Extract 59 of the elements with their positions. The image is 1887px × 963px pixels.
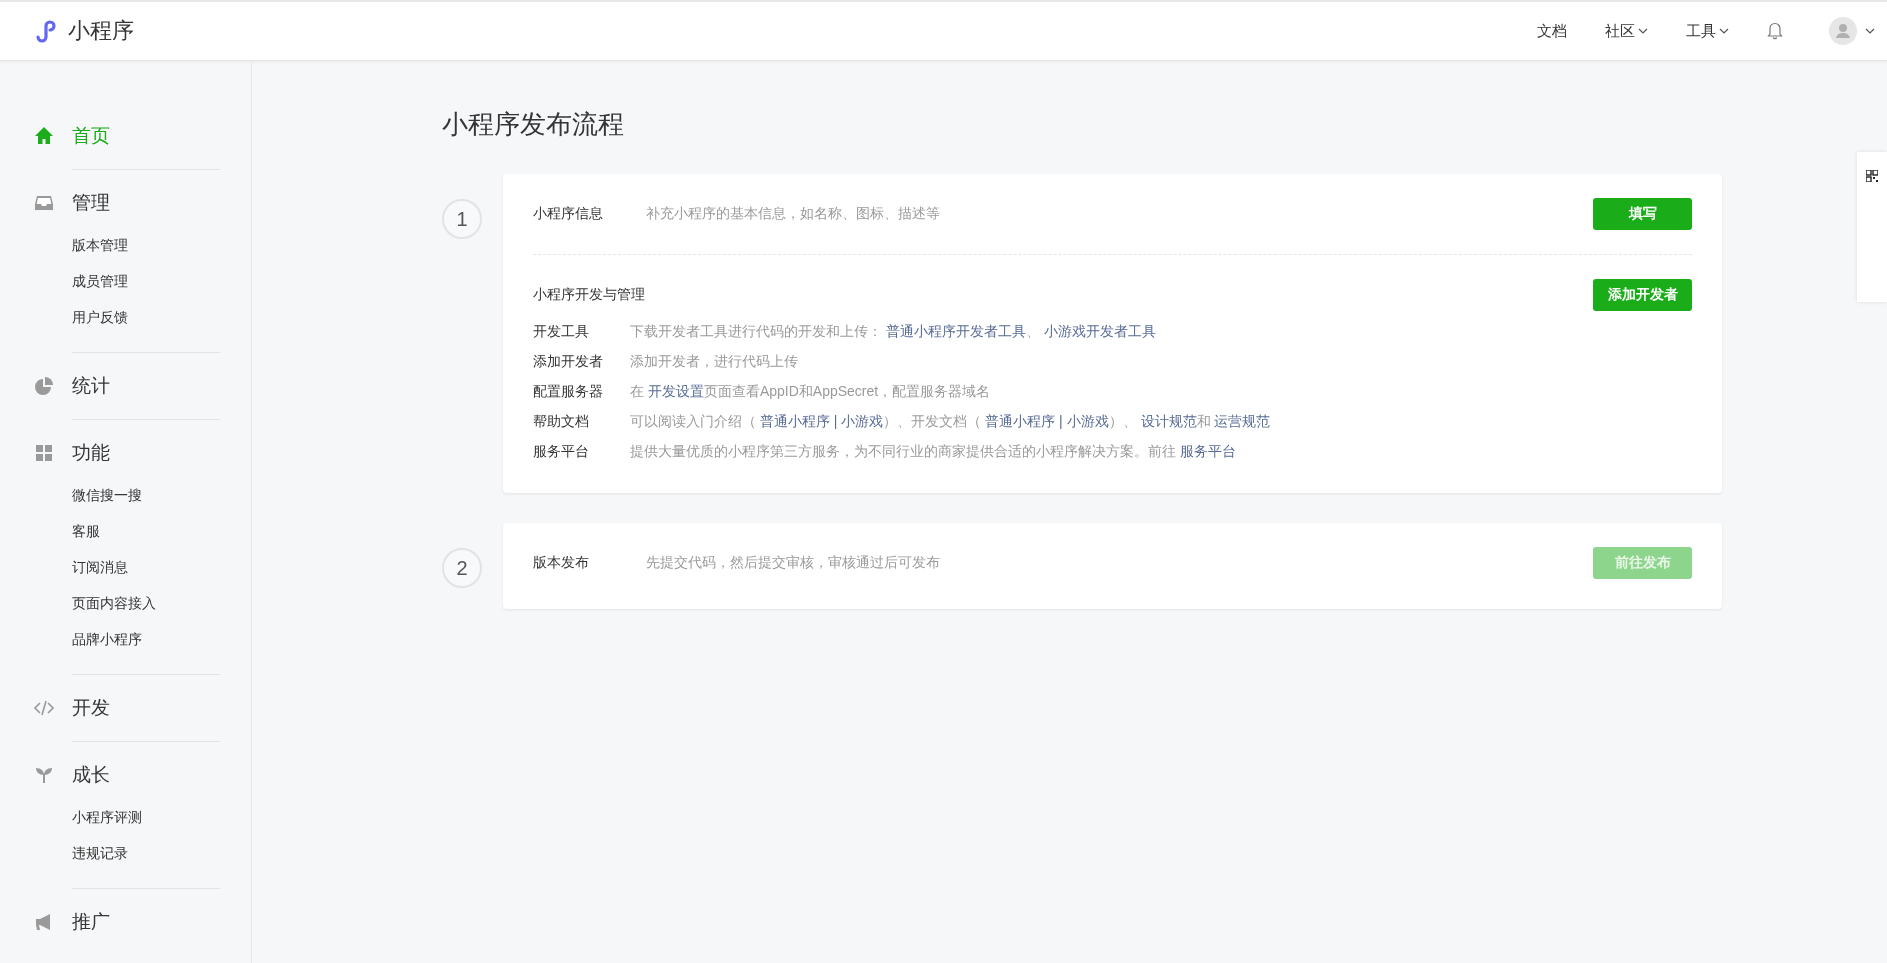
link[interactable]: 小游戏开发者工具 (1043, 323, 1156, 339)
chevron-icon (1719, 28, 1729, 34)
sidebar-item[interactable]: 成长 (34, 758, 251, 792)
row-description: 在 开发设置页面查看AppID和AppSecret，配置服务器域名 (630, 383, 991, 401)
sidebar-subitem[interactable]: 用户反馈 (72, 300, 251, 336)
nav-link[interactable]: 文档 (1537, 21, 1567, 41)
sidebar-subitem[interactable]: 微信搜一搜 (72, 478, 251, 514)
sidebar-subitem[interactable]: 订阅消息 (72, 550, 251, 586)
section-description: 补充小程序的基本信息，如名称、图标、描述等 (646, 205, 940, 223)
sidebar-subitem[interactable]: 成员管理 (72, 264, 251, 300)
row-label: 开发工具 (533, 323, 590, 341)
sidebar-subitem[interactable]: 品牌小程序 (72, 622, 251, 658)
row-label: 服务平台 (533, 443, 590, 461)
sidebar-item[interactable]: 推广 (34, 905, 251, 939)
bell-icon (1767, 22, 1783, 40)
chevron-icon (1865, 28, 1875, 34)
row-label: 添加开发者 (533, 353, 604, 371)
inbox-icon (34, 193, 54, 213)
grid-icon (34, 443, 54, 463)
sidebar-subitem[interactable]: 小程序评测 (72, 800, 251, 836)
row-description: 添加开发者，进行代码上传 (630, 353, 798, 371)
sidebar-subitem[interactable]: 违规记录 (72, 836, 251, 872)
step-number: 2 (442, 548, 482, 588)
link[interactable]: 普通小程序 | 小游戏 (759, 413, 884, 429)
pie-chart-icon (34, 376, 54, 396)
section-title: 小程序信息 (533, 205, 604, 223)
chevron-icon (1638, 28, 1648, 34)
step-number: 1 (442, 199, 482, 239)
row-description: 可以阅读入门介绍（ 普通小程序 | 小游戏）、开发文档（ 普通小程序 | 小游戏）、 设计规范和 运营规范 (630, 413, 1271, 431)
link[interactable]: 服务平台 (1179, 443, 1236, 459)
sidebar-subitem[interactable]: 客服 (72, 514, 251, 550)
nav-dropdown[interactable]: 工具 (1686, 21, 1729, 41)
row-label: 帮助文档 (533, 413, 590, 431)
sprout-icon (34, 765, 54, 785)
link[interactable]: 设计规范 (1140, 413, 1197, 429)
section-description: 先提交代码，然后提交审核，审核通过后可发布 (646, 554, 940, 572)
nav-dropdown[interactable]: 社区 (1605, 21, 1648, 41)
sidebar-item[interactable]: 统计 (34, 369, 251, 403)
link[interactable]: 普通小程序开发者工具 (885, 323, 1026, 339)
row-description: 下载开发者工具进行代码的开发和上传： 普通小程序开发者工具、 小游戏开发者工具 (630, 323, 1156, 341)
page-title: 小程序发布流程 (442, 108, 625, 141)
sidebar-item[interactable]: 管理 (34, 186, 251, 220)
home-icon (34, 126, 54, 146)
section-title: 小程序开发与管理 (533, 286, 645, 304)
logo-text: 小程序 (68, 17, 134, 45)
qr-code-icon (1866, 170, 1878, 182)
code-icon (34, 698, 54, 718)
avatar-icon (1829, 17, 1857, 45)
row-description: 提供大量优质的小程序第三方服务，为不同行业的商家提供合适的小程序解决方案。前往 服务平台 (630, 443, 1236, 461)
section-title: 版本发布 (533, 554, 590, 572)
sidebar-subitem[interactable]: 版本管理 (72, 228, 251, 264)
link[interactable]: 普通小程序 | 小游戏 (985, 413, 1109, 429)
sidebar-item[interactable]: 功能 (34, 436, 251, 470)
avatar-menu[interactable] (1829, 17, 1875, 45)
row-label: 配置服务器 (533, 383, 604, 401)
sidebar-item[interactable]: 开发 (34, 691, 251, 725)
link[interactable]: 开发设置 (647, 383, 704, 399)
link[interactable]: 运营规范 (1214, 413, 1271, 429)
sidebar-subitem[interactable]: 页面内容接入 (72, 586, 251, 622)
